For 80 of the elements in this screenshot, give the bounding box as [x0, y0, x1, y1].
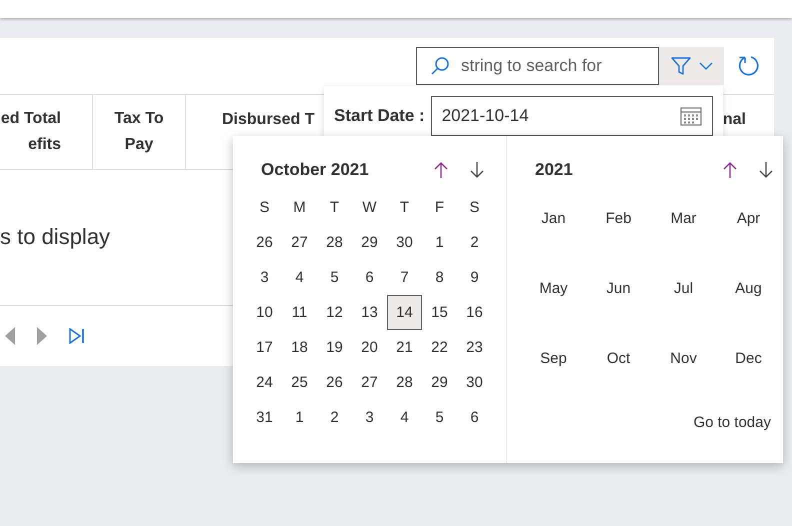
day-cell[interactable]: 26	[317, 365, 352, 400]
weekday-label: W	[361, 198, 378, 218]
day-cell[interactable]: 22	[422, 330, 457, 365]
day-cell[interactable]: 30	[387, 225, 422, 260]
day-cell[interactable]: 24	[247, 365, 282, 400]
filter-button[interactable]	[659, 47, 724, 85]
last-page-button[interactable]	[68, 328, 86, 344]
arrow-down-icon	[470, 162, 484, 178]
day-cell[interactable]: 18	[282, 330, 317, 365]
chevron-down-icon	[698, 62, 712, 70]
month-cell[interactable]: Jul	[651, 273, 716, 303]
year-title[interactable]: 2021	[535, 160, 573, 180]
day-cell[interactable]: 3	[352, 400, 387, 435]
month-cell[interactable]: Nov	[651, 343, 716, 373]
day-cell[interactable]: 29	[352, 225, 387, 260]
calendar-icon	[680, 106, 702, 126]
day-cell[interactable]: 29	[422, 365, 457, 400]
column-header[interactable]: Tax To Pay	[93, 95, 186, 169]
month-cell[interactable]: Apr	[716, 203, 781, 233]
weekday-label: S	[468, 198, 480, 218]
day-cell[interactable]: 5	[422, 400, 457, 435]
day-cell[interactable]: 16	[457, 295, 492, 330]
day-cell[interactable]: 17	[247, 330, 282, 365]
weekday-label: T	[398, 198, 410, 218]
day-cell[interactable]: 2	[317, 400, 352, 435]
day-cell[interactable]: 1	[422, 225, 457, 260]
day-cell[interactable]: 25	[282, 365, 317, 400]
search-field[interactable]: string to search for	[416, 47, 659, 85]
arrow-down-icon	[759, 162, 773, 178]
day-cell[interactable]: 13	[352, 295, 387, 330]
day-cell[interactable]: 15	[422, 295, 457, 330]
day-cell[interactable]: 30	[457, 365, 492, 400]
day-cell[interactable]: 26	[247, 225, 282, 260]
empty-message: s to display	[0, 224, 110, 250]
weekday-label: F	[434, 198, 446, 218]
day-cell[interactable]: 5	[317, 260, 352, 295]
day-cell[interactable]: 14	[387, 295, 422, 330]
filter-icon	[670, 56, 690, 76]
month-cell[interactable]: Jan	[521, 203, 586, 233]
day-cell[interactable]: 9	[457, 260, 492, 295]
weekday-label: T	[328, 198, 340, 218]
day-cell[interactable]: 27	[282, 225, 317, 260]
start-date-label: Start Date :	[334, 105, 425, 127]
day-cell[interactable]: 2	[457, 225, 492, 260]
day-cell[interactable]: 12	[317, 295, 352, 330]
month-title[interactable]: October 2021	[261, 160, 369, 180]
day-cell[interactable]: 3	[247, 260, 282, 295]
weekday-label: M	[292, 198, 307, 218]
day-cell[interactable]: 4	[387, 400, 422, 435]
day-cell[interactable]: 27	[352, 365, 387, 400]
column-header[interactable]: ed Total efits	[0, 95, 93, 169]
day-cell[interactable]: 4	[282, 260, 317, 295]
day-cell[interactable]: 6	[457, 400, 492, 435]
refresh-icon	[737, 54, 761, 78]
month-cell[interactable]: Sep	[521, 343, 586, 373]
month-cell[interactable]: Feb	[586, 203, 651, 233]
day-cell[interactable]: 11	[282, 295, 317, 330]
month-cell[interactable]: Mar	[651, 203, 716, 233]
day-cell[interactable]: 1	[282, 400, 317, 435]
day-cell[interactable]: 28	[387, 365, 422, 400]
start-date-field[interactable]: 2021-10-14	[430, 96, 713, 136]
day-cell[interactable]: 31	[247, 400, 282, 435]
day-cell[interactable]: 20	[352, 330, 387, 365]
weekday-label: S	[258, 198, 270, 218]
day-cell[interactable]: 6	[352, 260, 387, 295]
month-cell[interactable]: Dec	[716, 343, 781, 373]
day-cell[interactable]: 23	[457, 330, 492, 365]
go-to-today-link[interactable]: Go to today	[693, 414, 781, 431]
arrow-up-icon	[434, 162, 448, 178]
day-cell[interactable]: 19	[317, 330, 352, 365]
day-cell[interactable]: 8	[422, 260, 457, 295]
arrow-up-icon	[723, 162, 737, 178]
month-cell[interactable]: Oct	[586, 343, 651, 373]
day-cell[interactable]: 7	[387, 260, 422, 295]
day-cell[interactable]: 28	[317, 225, 352, 260]
month-cell[interactable]: Aug	[716, 273, 781, 303]
month-cell[interactable]: May	[521, 273, 586, 303]
day-cell[interactable]: 21	[387, 330, 422, 365]
day-cell[interactable]: 10	[247, 295, 282, 330]
month-cell[interactable]: Jun	[586, 273, 651, 303]
